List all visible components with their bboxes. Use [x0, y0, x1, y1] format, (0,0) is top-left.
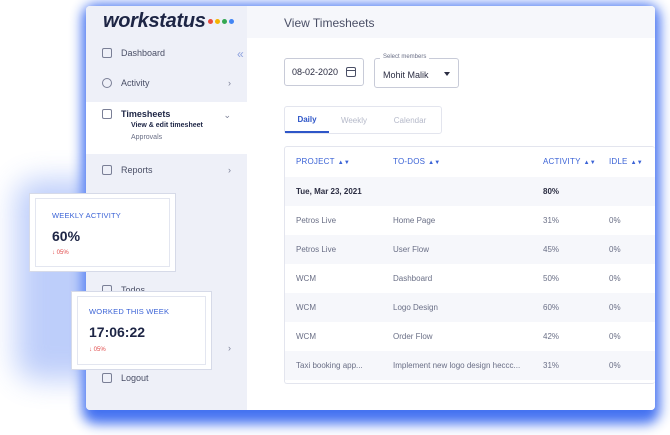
table-row[interactable]: WCM Dashboard 50% 0% — [285, 264, 655, 293]
sidebar-item-label: Reports — [121, 165, 153, 175]
chevron-right-icon: › — [228, 165, 231, 175]
project-cell: WCM — [296, 332, 316, 341]
sidebar-subitem-view-edit[interactable]: View & edit timesheet — [131, 122, 203, 129]
idle-cell: 0% — [609, 216, 621, 225]
chevron-right-icon: › — [228, 343, 231, 353]
project-cell: Petros Live — [296, 245, 337, 254]
chevron-right-icon: › — [228, 78, 231, 88]
column-header-project[interactable]: PROJECT ▲▼ — [296, 147, 350, 177]
idle-cell: 0% — [609, 274, 621, 283]
sidebar-subitem-approvals[interactable]: Approvals — [131, 134, 162, 141]
reports-icon — [102, 165, 112, 175]
project-cell: WCM — [296, 274, 316, 283]
activity-cell: 31% — [543, 361, 560, 370]
activity-cell: 31% — [543, 216, 560, 225]
dashboard-icon — [102, 48, 112, 58]
sidebar-item-activity[interactable]: Activity › — [86, 69, 247, 97]
logo-dot — [214, 19, 220, 25]
column-header-todos[interactable]: TO-DOS ▲▼ — [393, 147, 440, 177]
todo-cell: Dashboard — [393, 274, 433, 283]
todo-cell: Order Flow — [393, 332, 433, 341]
timesheet-icon — [102, 109, 112, 119]
idle-cell: 0% — [609, 303, 621, 312]
sidebar-item-dashboard[interactable]: Dashboard — [86, 39, 247, 67]
todo-cell: Home Page — [393, 216, 436, 225]
project-cell: Petros Live — [296, 216, 337, 225]
topbar: View Timesheets — [247, 6, 655, 38]
card-delta: ↓ 05% — [89, 347, 106, 353]
member-select-legend: Select members — [380, 54, 430, 60]
logo-dots — [207, 19, 234, 25]
sidebar-item-reports[interactable]: Reports › — [86, 156, 247, 184]
member-select[interactable]: Select members Mohit Malik — [374, 54, 459, 88]
table-row[interactable]: WCM Logo Design 60% 0% — [285, 293, 655, 322]
tab-calendar[interactable]: Calendar — [379, 107, 441, 133]
activity-icon — [102, 78, 112, 88]
table-date-row: Tue, Mar 23, 2021 80% — [285, 177, 655, 206]
table-row[interactable]: WCM Order Flow 42% 0% — [285, 322, 655, 351]
activity-cell: 42% — [543, 332, 560, 341]
table-row[interactable]: Taxi booking app... Implement new logo d… — [285, 351, 655, 380]
card-label: WORKED THIS WEEK — [89, 307, 170, 316]
logo-dot — [228, 19, 234, 25]
card-value: 17:06:22 — [89, 324, 146, 340]
project-cell: Taxi booking app... — [296, 361, 363, 370]
activity-cell: 60% — [543, 303, 560, 312]
idle-cell: 0% — [609, 361, 621, 370]
caret-down-icon — [444, 72, 450, 76]
project-cell: WCM — [296, 303, 316, 312]
tab-weekly[interactable]: Weekly — [329, 107, 379, 133]
table-row[interactable]: Petros Live Home Page 31% 0% — [285, 206, 655, 235]
sidebar-item-label: Activity — [121, 78, 150, 88]
member-select-value: Mohit Malik — [383, 70, 429, 80]
sort-icon: ▲▼ — [583, 160, 596, 166]
sidebar-item-label: Timesheets — [121, 109, 171, 119]
timesheet-table: PROJECT ▲▼ TO-DOS ▲▼ ACTIVITY ▲▼ IDLE ▲▼ Tue… — [284, 146, 655, 384]
weekly-activity-card: WEEKLY ACTIVITY 60% ↓ 05% — [29, 193, 176, 272]
sort-icon: ▲▼ — [337, 160, 351, 166]
activity-cell: 80% — [543, 187, 560, 196]
todo-cell: User Flow — [393, 245, 430, 254]
sort-icon: ▲▼ — [630, 160, 643, 166]
logo-dot — [207, 19, 213, 25]
table-row[interactable]: Petros Live User Flow 45% 0% — [285, 235, 655, 264]
worked-this-week-card: WORKED THIS WEEK 17:06:22 ↓ 05% — [71, 291, 212, 370]
card-value: 60% — [52, 228, 81, 244]
idle-cell: 0% — [609, 245, 621, 254]
logout-icon — [102, 373, 112, 383]
view-tabs: Daily Weekly Calendar — [284, 106, 442, 134]
activity-cell: 50% — [543, 274, 560, 283]
activity-cell: 45% — [543, 245, 560, 254]
sidebar-item-label: Dashboard — [121, 48, 166, 58]
sidebar-item-label: Logout — [121, 373, 149, 383]
date-picker[interactable]: 08-02-2020 — [284, 58, 364, 86]
column-header-idle[interactable]: IDLE ▲▼ — [609, 147, 643, 177]
date-value: 08-02-2020 — [292, 67, 339, 77]
chevron-down-icon: ⌄ — [223, 110, 231, 120]
card-label: WEEKLY ACTIVITY — [52, 211, 121, 220]
column-header-activity[interactable]: ACTIVITY ▲▼ — [543, 147, 596, 177]
card-delta: ↓ 05% — [52, 250, 69, 256]
sort-icon: ▲▼ — [428, 160, 441, 166]
date-cell: Tue, Mar 23, 2021 — [296, 187, 362, 196]
todo-cell: Logo Design — [393, 303, 438, 312]
logo-dot — [221, 19, 227, 25]
idle-cell: 0% — [609, 332, 621, 341]
page-title: View Timesheets — [284, 16, 375, 30]
logo[interactable]: workstatus — [103, 10, 234, 33]
sidebar-item-timesheets[interactable]: Timesheets ⌄ View & edit timesheet Appro… — [86, 102, 247, 154]
tab-daily[interactable]: Daily — [285, 107, 329, 133]
main-panel: View Timesheets 08-02-2020 Select member… — [247, 6, 655, 410]
calendar-icon[interactable] — [346, 67, 356, 77]
todo-cell: Implement new logo design heccc... — [393, 361, 521, 370]
logo-text: workstatus — [103, 10, 206, 32]
